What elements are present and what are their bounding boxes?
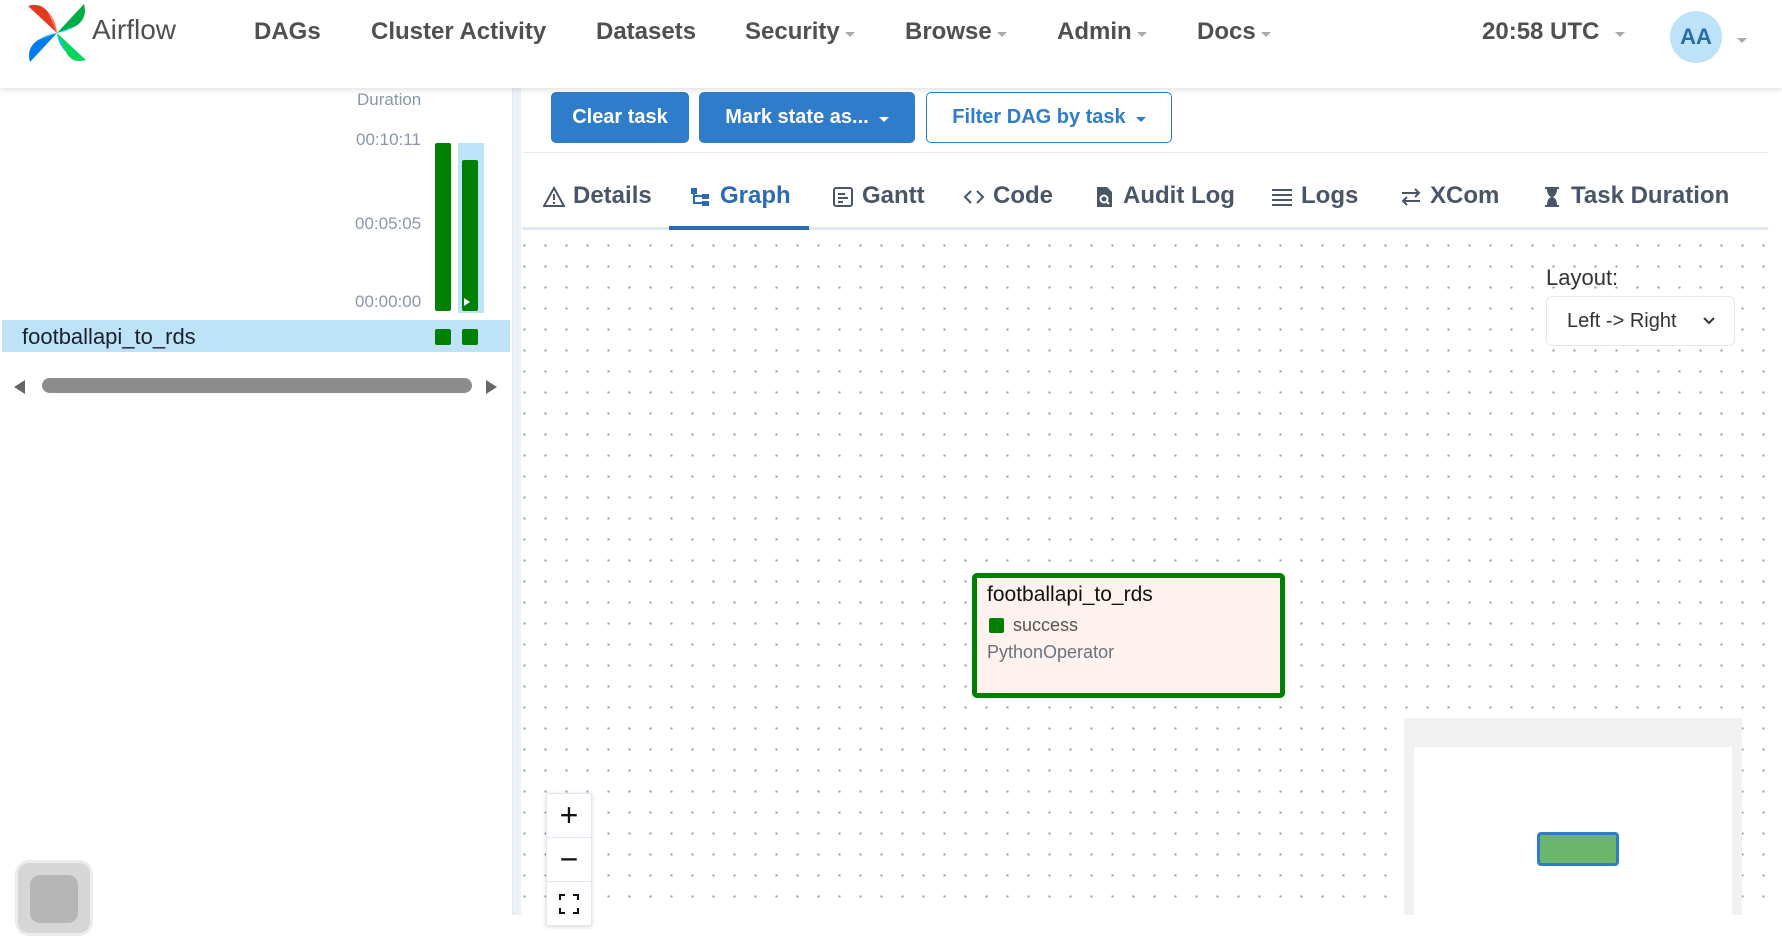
run-duration-bar-selected[interactable] <box>462 160 478 311</box>
nav-browse[interactable]: Browse <box>905 18 1007 46</box>
zoom-out-button[interactable]: − <box>547 838 591 882</box>
graph-minimap[interactable] <box>1404 718 1742 915</box>
hourglass-icon <box>1545 187 1559 207</box>
widget-logo-icon <box>30 875 78 923</box>
play-icon <box>464 298 470 306</box>
tab-logs[interactable]: Logs <box>1271 182 1358 235</box>
zoom-in-button[interactable]: + <box>547 794 591 838</box>
clock-label: 20:58 UTC <box>1482 18 1600 45</box>
active-tab-indicator <box>669 226 809 230</box>
tab-details-label: Details <box>573 182 652 209</box>
fit-view-icon <box>559 893 579 914</box>
chevron-down-icon <box>878 117 889 122</box>
nav-security[interactable]: Security <box>745 18 855 46</box>
logs-icon <box>1272 189 1292 206</box>
tab-details[interactable]: Details <box>543 182 652 235</box>
nav-docs[interactable]: Docs <box>1197 18 1271 46</box>
nav-browse-label: Browse <box>905 18 992 45</box>
task-node-state: success <box>1013 615 1079 635</box>
task-row-label: footballapi_to_rds <box>22 324 196 349</box>
audit-log-icon <box>1097 187 1112 207</box>
horizontal-scrollbar[interactable] <box>10 375 500 397</box>
nav-dags[interactable]: DAGs <box>254 18 321 46</box>
layout-label: Layout: <box>1546 265 1619 290</box>
chevron-down-icon <box>1703 317 1715 325</box>
brand-name: Airflow <box>92 14 177 45</box>
duration-header: Duration <box>357 90 422 109</box>
run-duration-bar[interactable] <box>435 143 451 311</box>
utc-clock-dropdown[interactable]: 20:58 UTC <box>1482 18 1626 46</box>
scroll-left-arrow-icon[interactable] <box>14 380 25 394</box>
mark-state-label: Mark state as... <box>725 106 869 128</box>
xcom-icon <box>1401 188 1421 206</box>
tab-logs-label: Logs <box>1301 182 1359 209</box>
task-node-status-square <box>989 618 1004 633</box>
nav-docs-label: Docs <box>1197 18 1256 45</box>
tab-gantt[interactable]: Gantt <box>832 182 925 235</box>
layout-select-value: Left -> Right <box>1567 309 1677 332</box>
duration-tick-max: 00:10:11 <box>356 130 421 149</box>
panel-resize-divider[interactable] <box>512 88 521 915</box>
nav-cluster-activity-label: Cluster Activity <box>371 18 547 45</box>
task-instance-status-square[interactable] <box>435 329 451 345</box>
filter-dag-by-task-button[interactable]: Filter DAG by task <box>926 92 1172 143</box>
nav-admin[interactable]: Admin <box>1057 18 1147 46</box>
airflow-logo-icon <box>28 4 86 62</box>
user-menu-chevron-icon[interactable] <box>1737 38 1747 43</box>
tab-task-duration-label: Task Duration <box>1571 182 1730 209</box>
duration-tick-zero: 00:00:00 <box>355 292 422 311</box>
tab-audit-log[interactable]: Audit Log <box>1093 182 1235 235</box>
app-launcher-widget[interactable] <box>15 860 93 936</box>
nav-admin-label: Admin <box>1057 18 1132 45</box>
brand-link[interactable]: Airflow <box>26 2 176 64</box>
tab-graph-label: Graph <box>720 182 791 209</box>
duration-tick-mid: 00:05:05 <box>355 214 422 233</box>
task-instance-status-square-selected[interactable] <box>462 329 478 345</box>
tab-audit-log-label: Audit Log <box>1123 182 1235 209</box>
chevron-down-icon <box>1260 31 1271 37</box>
task-row[interactable]: footballapi_to_rds <box>2 320 510 352</box>
zoom-controls: + − <box>546 793 592 926</box>
graph-icon <box>691 188 709 206</box>
scrollbar-thumb[interactable] <box>42 378 472 393</box>
minimap-viewport[interactable] <box>1414 747 1732 915</box>
tab-gantt-label: Gantt <box>862 182 925 209</box>
task-node[interactable]: footballapi_to_rds success PythonOperato… <box>972 573 1285 698</box>
nav-datasets-label: Datasets <box>596 18 697 45</box>
chevron-down-icon <box>1615 31 1626 37</box>
tab-code-label: Code <box>993 182 1053 209</box>
mark-state-button[interactable]: Mark state as... <box>699 92 915 143</box>
task-node-title: footballapi_to_rds <box>987 583 1153 606</box>
chevron-down-icon <box>996 31 1007 37</box>
nav-dags-label: DAGs <box>254 18 321 45</box>
clear-task-label: Clear task <box>572 106 668 128</box>
chevron-down-icon <box>1136 31 1147 37</box>
tab-xcom-label: XCom <box>1430 182 1500 209</box>
layout-select[interactable]: Left -> Right <box>1546 296 1735 346</box>
tab-xcom[interactable]: XCom <box>1400 182 1499 235</box>
nav-security-label: Security <box>745 18 840 45</box>
clear-task-button[interactable]: Clear task <box>551 92 689 143</box>
nav-datasets[interactable]: Datasets <box>596 18 696 46</box>
user-avatar[interactable]: AA <box>1670 11 1722 63</box>
chevron-down-icon <box>844 31 855 37</box>
code-icon <box>963 190 985 204</box>
filter-dag-label: Filter DAG by task <box>952 106 1126 128</box>
task-node-operator: PythonOperator <box>987 642 1115 662</box>
nav-cluster-activity[interactable]: Cluster Activity <box>371 18 546 46</box>
fit-view-button[interactable] <box>547 882 591 925</box>
tab-code[interactable]: Code <box>963 182 1053 235</box>
top-navbar: Airflow DAGs Cluster Activity Datasets S… <box>0 0 1782 88</box>
tab-task-duration[interactable]: Task Duration <box>1541 182 1729 235</box>
toolbar-divider <box>522 152 1768 153</box>
gantt-icon <box>833 187 853 207</box>
minimap-task-node <box>1537 832 1619 866</box>
scroll-right-arrow-icon[interactable] <box>486 380 497 394</box>
chevron-down-icon <box>1135 117 1146 122</box>
warning-triangle-icon <box>543 186 565 207</box>
